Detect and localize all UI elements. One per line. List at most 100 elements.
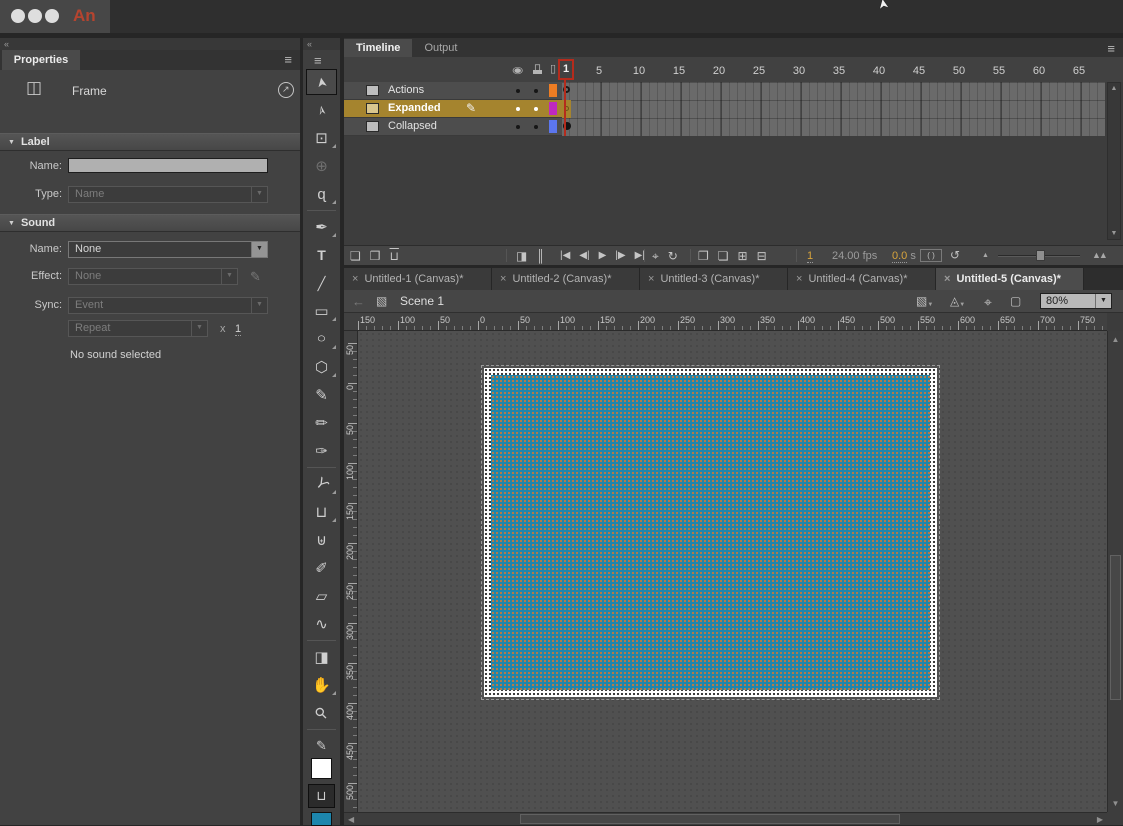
new-folder-icon[interactable]: ❒ bbox=[370, 250, 381, 262]
timeline-zoom-out-icon[interactable]: ▲ bbox=[982, 252, 989, 259]
scroll-up-icon[interactable]: ▲ bbox=[1108, 85, 1120, 92]
layer-row-expanded[interactable]: Expanded✎ bbox=[344, 100, 562, 118]
lock-column-icon[interactable]: ⊓ bbox=[533, 61, 542, 74]
close-tab-icon[interactable]: × bbox=[500, 273, 506, 285]
sound-effect-dropdown[interactable]: None bbox=[68, 268, 238, 285]
stroke-color-pencil-icon[interactable]: ✎ bbox=[303, 738, 340, 754]
layer-depth-icon[interactable]: ║ bbox=[536, 250, 545, 262]
camera-icon[interactable]: ◨ bbox=[516, 250, 527, 262]
repeat-count-hot-text[interactable]: 1 bbox=[235, 323, 241, 336]
tab-output[interactable]: Output bbox=[412, 39, 469, 58]
timeline-scrollbar[interactable]: ▲ ▼ bbox=[1107, 82, 1121, 240]
close-window-icon[interactable] bbox=[11, 9, 25, 23]
tab-properties[interactable]: Properties bbox=[2, 50, 80, 70]
elapsed-time-hot-text[interactable]: 0.0 s bbox=[892, 250, 916, 262]
layer-row-actions[interactable]: Actions bbox=[344, 82, 562, 100]
edit-effect-pencil-icon[interactable]: ✎ bbox=[250, 269, 261, 285]
slider-thumb[interactable] bbox=[1036, 250, 1045, 261]
clip-content-icon[interactable]: ▢ bbox=[1010, 294, 1021, 308]
elapsed-value[interactable]: 0.0 bbox=[892, 250, 907, 263]
close-tab-icon[interactable]: × bbox=[648, 273, 654, 285]
loop-icon[interactable]: ↻ bbox=[668, 250, 678, 262]
collapse-panel-icon[interactable]: « bbox=[4, 39, 9, 49]
document-tab[interactable]: × Untitled-5 (Canvas)* bbox=[936, 268, 1084, 290]
subselection-tool[interactable]: ➢ bbox=[303, 96, 340, 124]
3d-rotation-tool[interactable]: ⊕ bbox=[303, 152, 340, 180]
layer-toggle-dot[interactable] bbox=[534, 125, 538, 129]
polystar-tool[interactable]: ⬡ bbox=[303, 353, 340, 381]
collapse-panel-icon[interactable]: « bbox=[307, 39, 312, 49]
paint-brush-tool[interactable]: ✑ bbox=[303, 437, 340, 465]
scroll-left-icon[interactable]: ◀ bbox=[348, 815, 354, 824]
selected-shape-fill[interactable] bbox=[491, 375, 930, 690]
frame-grid[interactable] bbox=[562, 82, 1105, 136]
first-frame-icon[interactable]: |◀ bbox=[560, 251, 570, 261]
width-tool[interactable]: ∿ bbox=[303, 610, 340, 638]
panel-menu-icon[interactable]: ≡ bbox=[284, 53, 292, 66]
panel-menu-icon[interactable]: ≡ bbox=[314, 54, 322, 67]
tab-timeline[interactable]: Timeline bbox=[344, 39, 412, 58]
camera-tool[interactable]: ◨ bbox=[303, 643, 340, 671]
sound-sync-dropdown[interactable]: Event bbox=[68, 297, 268, 314]
layer-name[interactable]: Collapsed bbox=[388, 120, 437, 132]
document-tab-label[interactable]: Untitled-3 (Canvas)* bbox=[660, 273, 759, 285]
selection-tool[interactable]: ➤ bbox=[303, 68, 340, 96]
frame-view-options-icon[interactable]: ( ) bbox=[920, 249, 942, 262]
playhead[interactable]: 1 bbox=[558, 59, 574, 80]
layer-color-swatch[interactable] bbox=[549, 120, 557, 133]
current-frame-hot-text[interactable]: 1 bbox=[807, 250, 813, 263]
layer-color-swatch[interactable] bbox=[549, 102, 557, 115]
reset-timer-icon[interactable]: ↺ bbox=[950, 248, 960, 262]
lasso-tool[interactable]: ɋ bbox=[303, 180, 340, 208]
zoom-window-icon[interactable] bbox=[45, 9, 59, 23]
panel-menu-icon[interactable]: ≡ bbox=[1107, 42, 1115, 55]
document-tab[interactable]: × Untitled-3 (Canvas)* bbox=[640, 268, 788, 290]
visibility-column-icon[interactable]: ◉ bbox=[512, 62, 523, 78]
sound-name-dropdown[interactable]: None bbox=[68, 241, 268, 258]
label-type-dropdown[interactable]: Name bbox=[68, 186, 268, 203]
edit-multiple-frames-icon[interactable]: ⊞ bbox=[738, 250, 748, 262]
stage-zoom-dropdown[interactable]: 80% bbox=[1040, 293, 1112, 309]
layer-toggle-dot[interactable] bbox=[516, 89, 520, 93]
scroll-up-icon[interactable]: ▲ bbox=[1108, 335, 1123, 344]
brush-tool[interactable]: ✏ bbox=[303, 409, 340, 437]
center-frame-icon[interactable]: ⌖ bbox=[652, 250, 659, 262]
scrollbar-thumb[interactable] bbox=[520, 814, 900, 824]
layer-toggle-dot[interactable] bbox=[516, 107, 520, 111]
scroll-down-icon[interactable]: ▼ bbox=[1108, 230, 1120, 237]
hand-tool[interactable]: ✋ bbox=[303, 671, 340, 699]
section-header-label[interactable]: Label bbox=[0, 133, 300, 151]
text-tool[interactable]: T bbox=[303, 241, 340, 269]
back-arrow-icon[interactable]: ← bbox=[352, 294, 365, 309]
play-icon[interactable]: ▶ bbox=[599, 251, 607, 261]
onion-skin-icon[interactable]: ❐ bbox=[698, 250, 709, 262]
document-tab-label[interactable]: Untitled-2 (Canvas)* bbox=[512, 273, 611, 285]
layer-name[interactable]: Expanded bbox=[388, 102, 441, 114]
section-header-sound[interactable]: Sound bbox=[0, 214, 300, 232]
fill-color-swatch[interactable] bbox=[311, 812, 332, 826]
step-forward-icon[interactable]: |▶ bbox=[615, 251, 625, 261]
delete-layer-icon[interactable]: ⊔ bbox=[390, 250, 399, 262]
vertical-scrollbar[interactable]: ▲ ▼ bbox=[1107, 331, 1123, 812]
zoom-tool[interactable]: ⚲ bbox=[303, 699, 340, 727]
breadcrumb-scene-name[interactable]: Scene 1 bbox=[400, 294, 444, 308]
oval-tool[interactable]: ○ bbox=[303, 325, 340, 353]
center-stage-icon[interactable]: ⌖ bbox=[984, 294, 992, 311]
new-layer-icon[interactable]: ❏ bbox=[350, 250, 361, 262]
pasteboard[interactable] bbox=[358, 331, 1107, 812]
edit-scene-icon[interactable]: ▧▼ bbox=[916, 294, 933, 308]
layer-color-swatch[interactable] bbox=[549, 84, 557, 97]
document-tab[interactable]: × Untitled-2 (Canvas)* bbox=[492, 268, 640, 290]
frame-rate-hot-text[interactable]: 24.00 fps bbox=[832, 250, 877, 262]
scrollbar-thumb[interactable] bbox=[1110, 555, 1121, 700]
document-tab-label[interactable]: Untitled-4 (Canvas)* bbox=[808, 273, 907, 285]
close-tab-icon[interactable]: × bbox=[944, 273, 950, 285]
fill-color-bucket-icon[interactable]: ⊔ bbox=[308, 784, 335, 808]
document-tab[interactable]: ×Untitled-4 (Canvas)* bbox=[788, 268, 936, 290]
paint-bucket-tool[interactable]: ⊔ bbox=[303, 498, 340, 526]
modify-markers-icon[interactable]: ⊟ bbox=[757, 250, 767, 262]
timeline-zoom-slider[interactable] bbox=[998, 255, 1080, 257]
scroll-right-icon[interactable]: ▶ bbox=[1097, 815, 1103, 824]
document-tab-label[interactable]: Untitled-5 (Canvas)* bbox=[956, 273, 1061, 285]
pen-tool[interactable]: ✒ bbox=[303, 213, 340, 241]
